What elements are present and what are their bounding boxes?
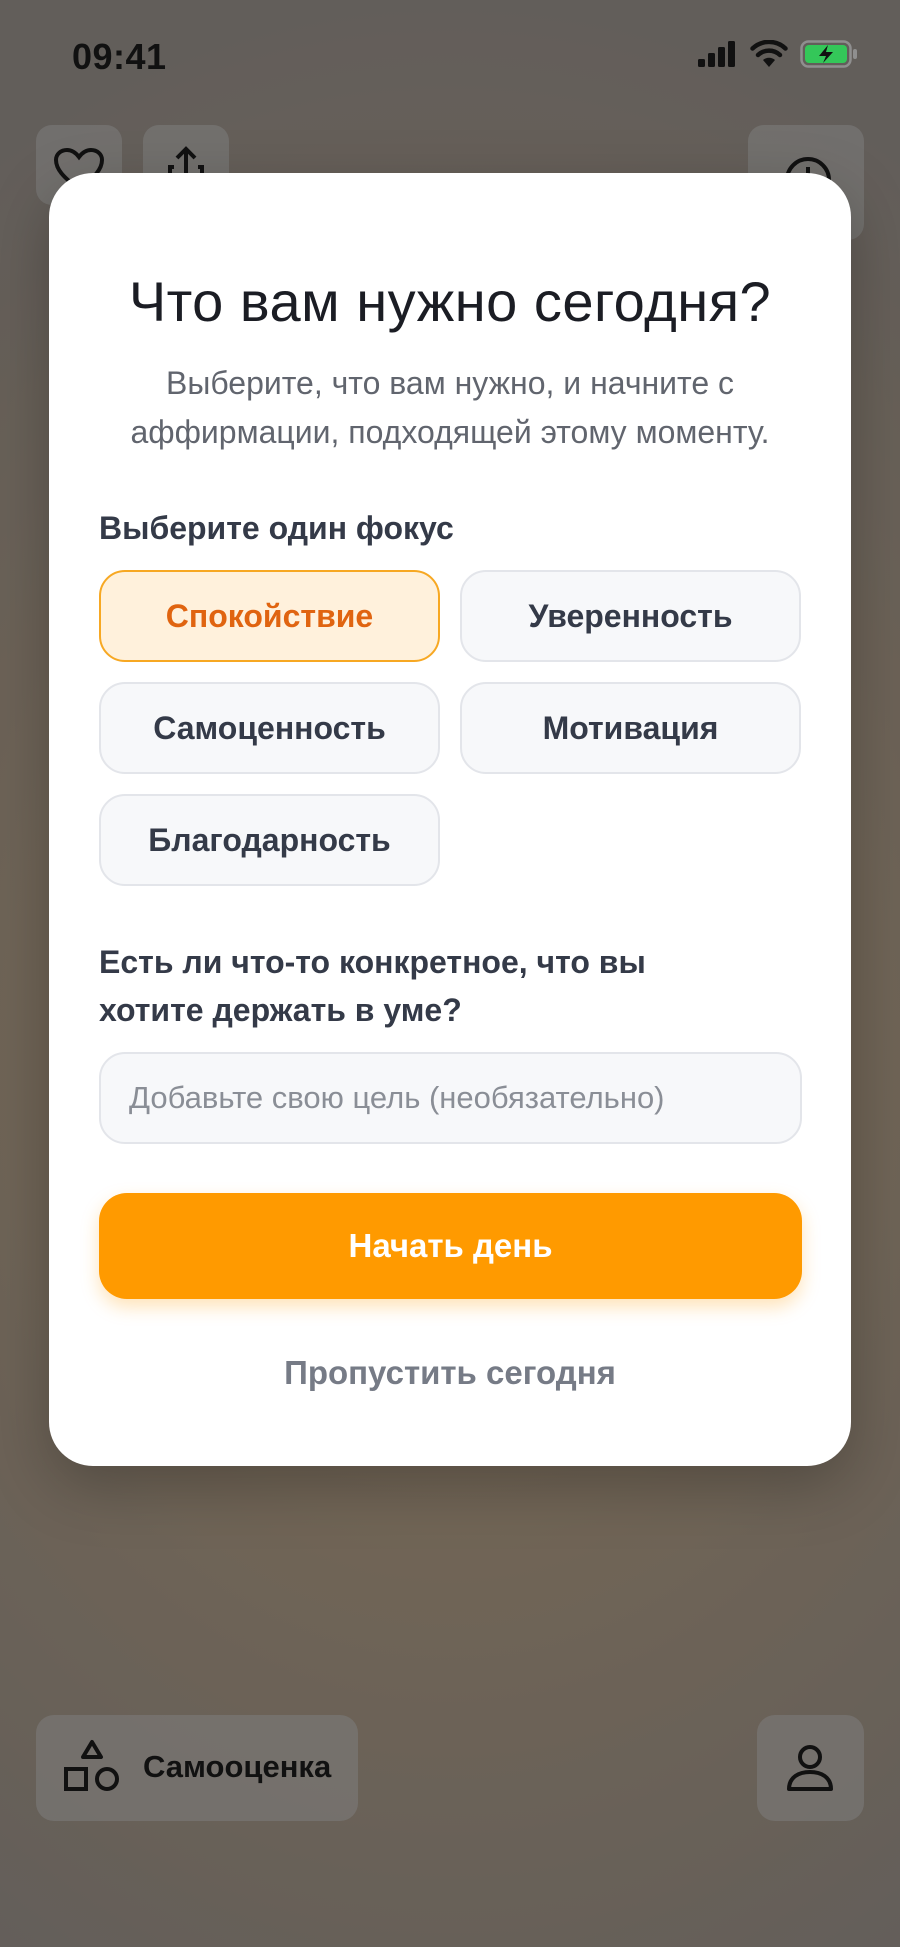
status-bar: 09:41 [0,0,900,110]
focus-chip-calm[interactable]: Спокойствие [99,570,440,662]
modal-subtitle: Выберите, что вам нужно, и начните с афф… [89,359,811,457]
focus-modal: Что вам нужно сегодня? Выберите, что вам… [49,173,851,1466]
status-time: 09:41 [72,36,167,77]
battery-charging-icon [800,40,857,68]
goal-question: Есть ли что-то конкретное, что вы хотите… [99,938,646,1034]
start-day-button[interactable]: Начать день [99,1193,802,1299]
focus-chip-confidence[interactable]: Уверенность [460,570,801,662]
goal-question-line: Есть ли что-то конкретное, что вы [99,944,646,980]
status-icons [698,40,858,68]
modal-subtitle-line: Выберите, что вам нужно, и начните с [165,365,735,401]
focus-label: Выберите один фокус [99,510,454,546]
skip-today-link[interactable]: Пропустить сегодня [49,1354,851,1392]
category-label: Самооценка [143,1749,332,1784]
modal-subtitle-line: аффирмации, подходящей этому моменту. [130,414,770,450]
profile-button[interactable] [757,1715,864,1821]
category-button[interactable]: Самооценка [36,1715,358,1821]
goal-question-line: хотите держать в уме? [99,992,462,1028]
focus-chip-gratitude[interactable]: Благодарность [99,794,440,886]
signal-icon [698,41,735,67]
wifi-icon [750,40,788,67]
modal-title: Что вам нужно сегодня? [128,270,772,333]
goal-input[interactable] [99,1052,802,1144]
person-icon [787,1745,833,1791]
shapes-icon [64,1740,119,1791]
focus-chip-self-worth[interactable]: Самоценность [99,682,440,774]
focus-chip-motivation[interactable]: Мотивация [460,682,801,774]
